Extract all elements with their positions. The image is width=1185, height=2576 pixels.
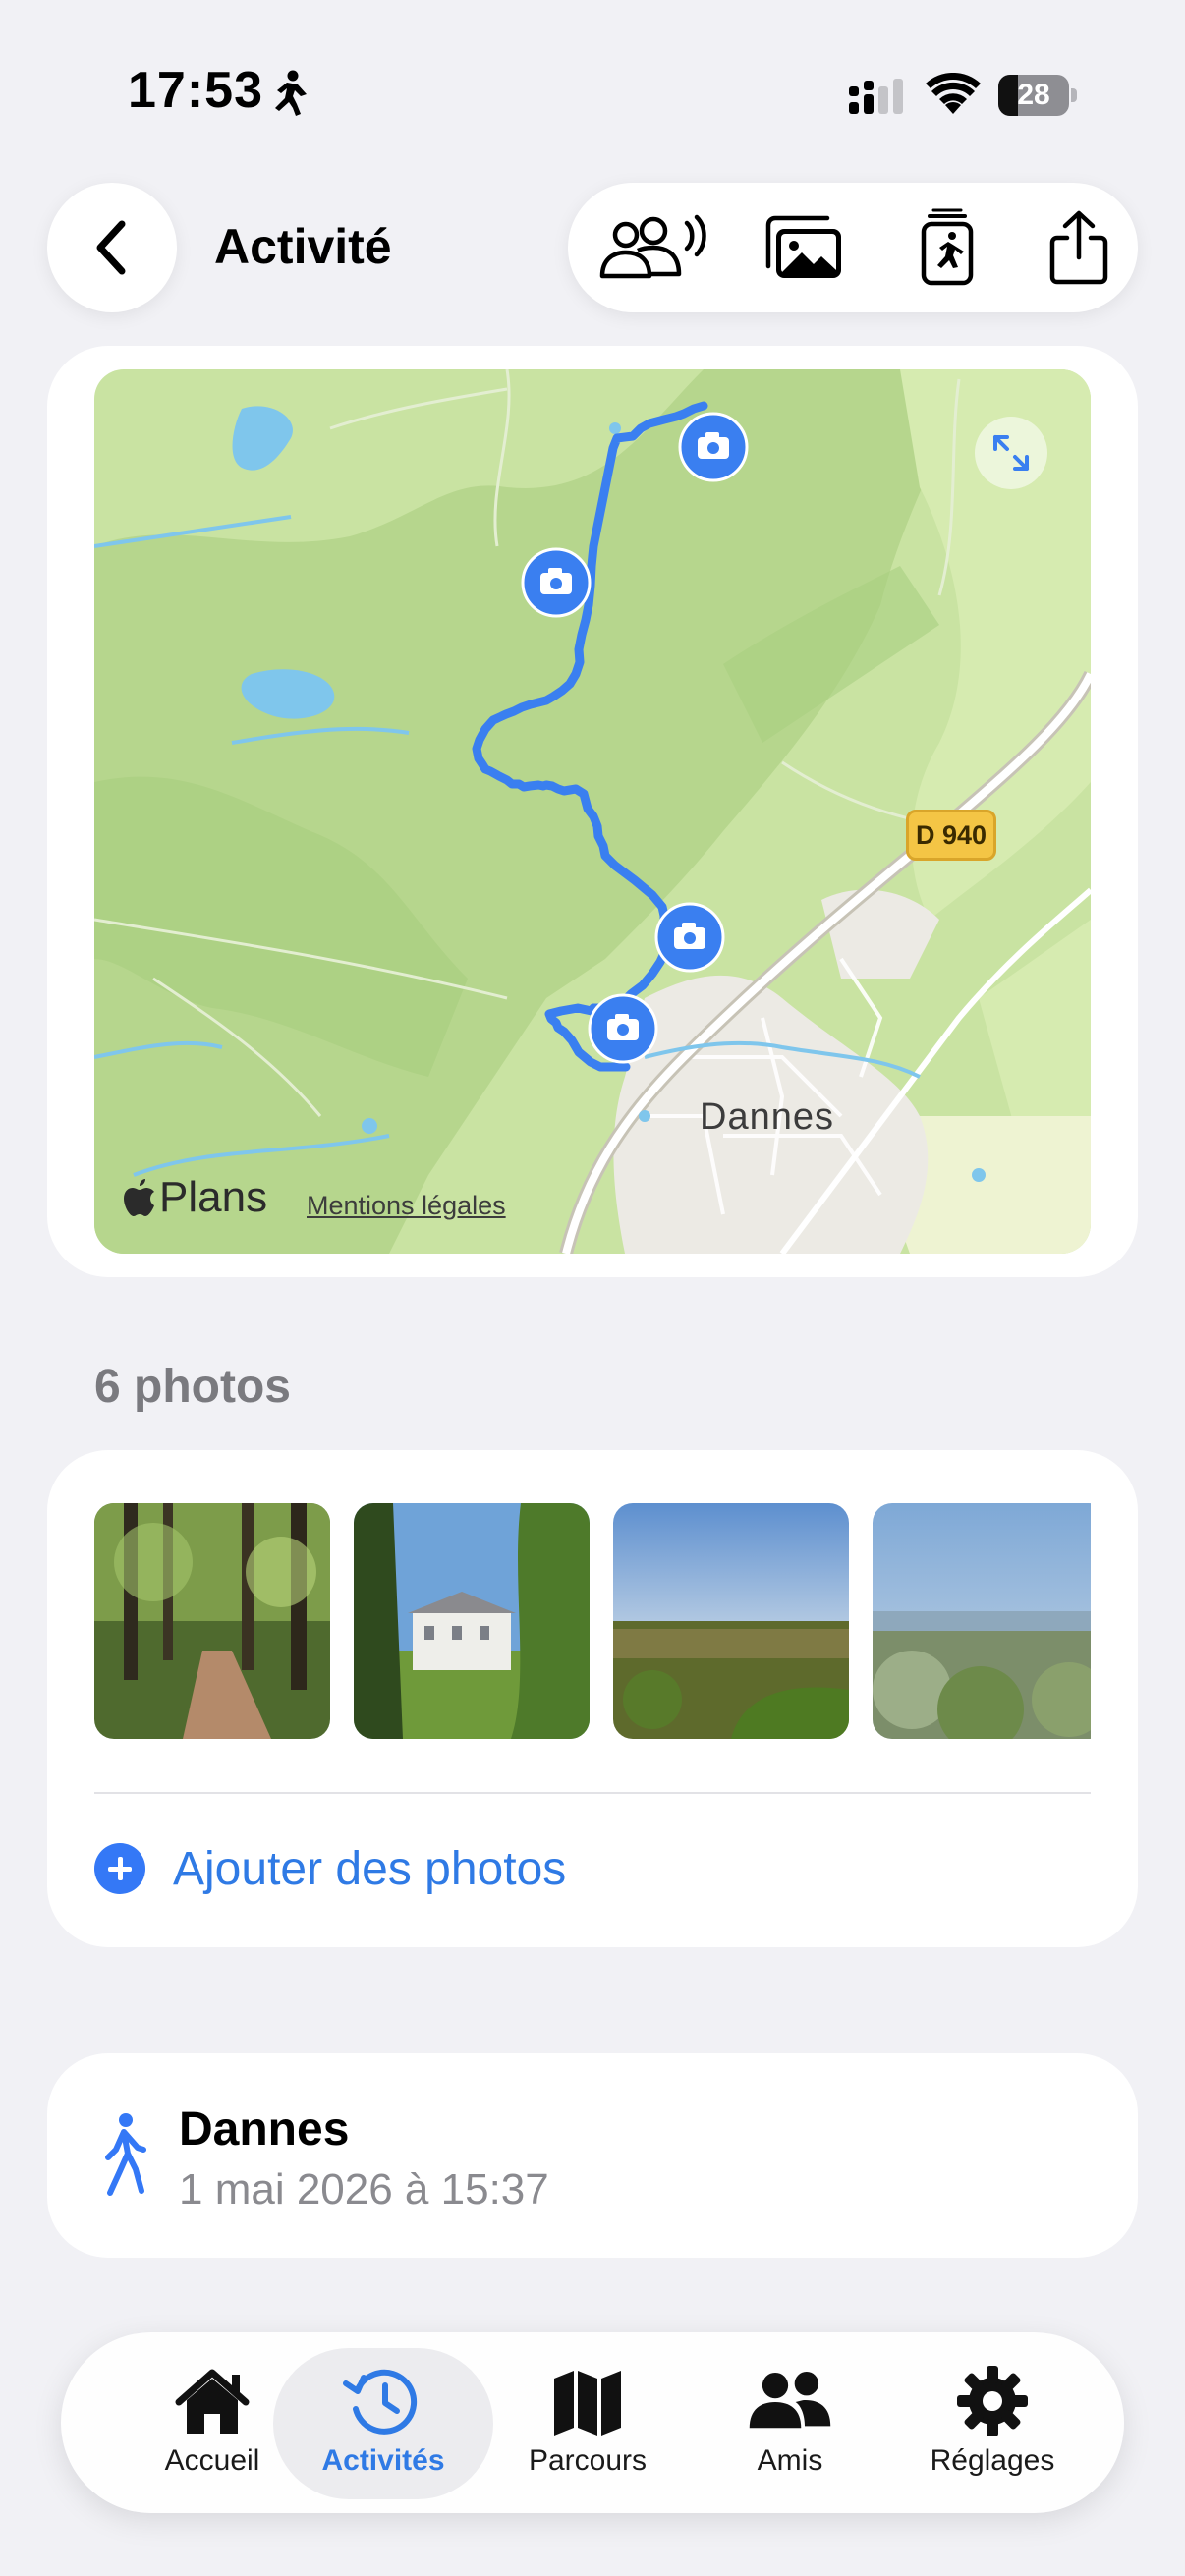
wifi-icon — [926, 73, 981, 114]
tab-label: Accueil — [164, 2444, 260, 2477]
tab-bar: Accueil Activités Parcours Amis Réglages — [61, 2332, 1124, 2513]
photo-marker-icon[interactable] — [678, 412, 749, 482]
tab-reglages[interactable]: Réglages — [894, 2362, 1091, 2490]
chevron-left-icon — [96, 220, 126, 275]
share-with-friends-button[interactable] — [590, 198, 717, 297]
people-icon — [749, 2372, 831, 2429]
gear-icon — [957, 2366, 1028, 2436]
photo-gallery-icon — [765, 215, 841, 278]
photos-count-heading: 6 photos — [94, 1361, 291, 1413]
expand-map-button[interactable] — [975, 417, 1047, 489]
apple-logo-icon — [124, 1179, 154, 1216]
running-activity-icon — [275, 70, 307, 116]
walking-icon — [105, 2113, 146, 2196]
route-map[interactable]: D 940 Dannes Plans Mentions légales — [94, 369, 1091, 1254]
cellular-signal-icon — [849, 79, 903, 114]
workout-details-button[interactable] — [898, 198, 996, 297]
activity-title: Dannes — [179, 2103, 350, 2156]
photo-strip[interactable] — [94, 1503, 1091, 1739]
photos-button[interactable] — [755, 198, 853, 297]
people-broadcast-icon — [599, 214, 706, 279]
photo-thumbnail[interactable] — [873, 1503, 1091, 1739]
activity-card-icon — [921, 208, 974, 286]
page-title: Activité — [214, 219, 392, 274]
share-button[interactable] — [1030, 198, 1128, 297]
tab-label: Amis — [757, 2444, 823, 2477]
add-photos-label: Ajouter des photos — [173, 1842, 567, 1895]
photo-thumbnail[interactable] — [354, 1503, 590, 1739]
photo-thumbnail[interactable] — [613, 1503, 849, 1739]
back-button[interactable] — [47, 183, 177, 312]
tab-label: Activités — [321, 2444, 445, 2477]
map-icon — [554, 2371, 621, 2436]
photo-thumbnail[interactable] — [94, 1503, 330, 1739]
maps-attribution: Plans — [122, 1173, 267, 1222]
plus-circle-icon — [94, 1843, 145, 1894]
share-icon — [1049, 210, 1108, 285]
tab-accueil[interactable]: Accueil — [114, 2362, 310, 2490]
activity-summary-card[interactable]: Dannes 1 mai 2026 à 15:37 — [47, 2053, 1138, 2258]
battery-level: 28 — [1017, 79, 1050, 111]
photo-marker-icon[interactable] — [588, 993, 658, 1064]
tab-parcours[interactable]: Parcours — [489, 2362, 686, 2490]
photo-marker-icon[interactable] — [654, 902, 725, 973]
photos-card: Ajouter des photos — [47, 1450, 1138, 1947]
maps-provider-name: Plans — [159, 1173, 268, 1221]
divider — [94, 1792, 1091, 1794]
status-bar: 17:53 28 — [0, 0, 1185, 187]
house-icon — [175, 2369, 250, 2434]
tab-activites[interactable]: Activités — [285, 2362, 481, 2490]
status-time: 17:53 — [128, 62, 263, 119]
battery-indicator: 28 — [998, 75, 1077, 116]
photo-marker-icon[interactable] — [521, 547, 592, 618]
tab-amis[interactable]: Amis — [692, 2362, 888, 2490]
tab-label: Réglages — [930, 2444, 1055, 2477]
tab-label: Parcours — [528, 2444, 648, 2477]
add-photos-button[interactable]: Ajouter des photos — [94, 1820, 782, 1918]
town-label: Dannes — [700, 1096, 834, 1138]
toolbar — [568, 183, 1138, 312]
map-card: D 940 Dannes Plans Mentions légales — [47, 346, 1138, 1277]
activity-date: 1 mai 2026 à 15:37 — [179, 2165, 549, 2213]
road-label: D 940 — [906, 810, 996, 861]
history-icon — [343, 2369, 418, 2435]
legal-notice-link[interactable]: Mentions légales — [307, 1191, 506, 1221]
expand-arrows-icon — [993, 435, 1029, 471]
